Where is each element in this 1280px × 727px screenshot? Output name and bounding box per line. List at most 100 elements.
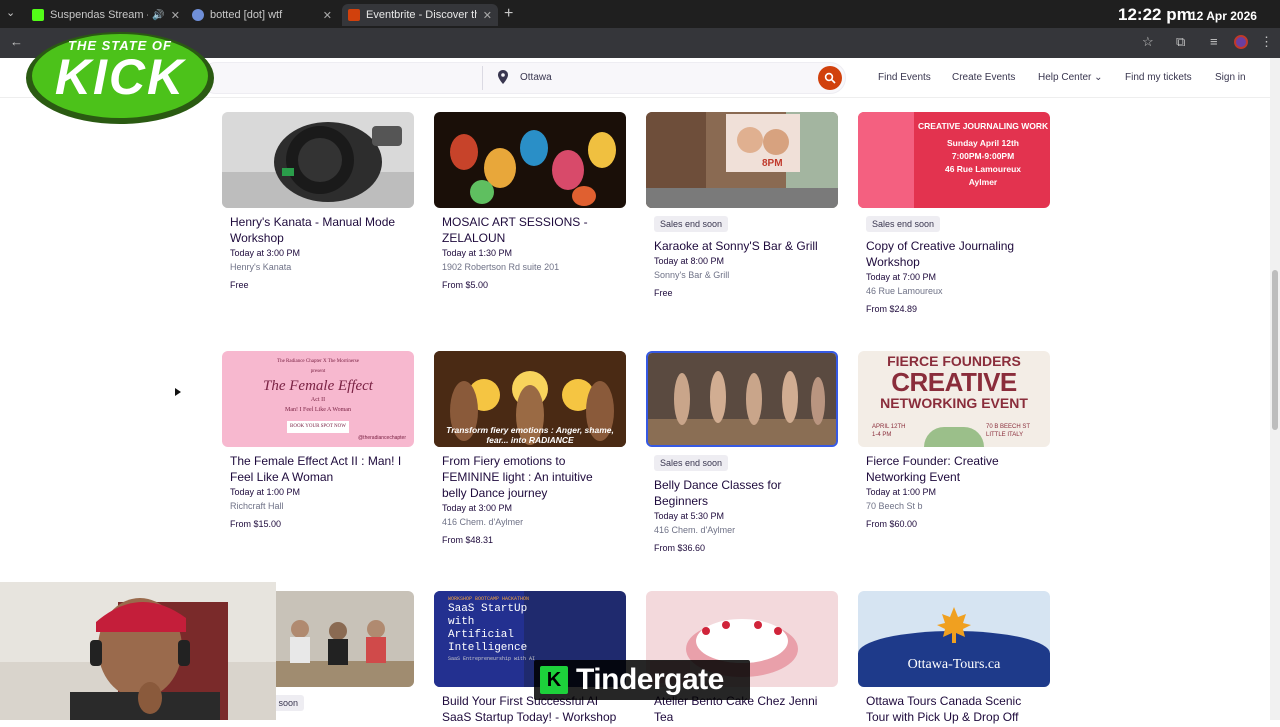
event-card[interactable]: Transform fiery emotions : Anger, shame,… bbox=[434, 351, 626, 545]
poster-line: SaaS Entrepreneurship with AI bbox=[448, 656, 536, 662]
plant-illustration bbox=[924, 427, 984, 447]
tab-search-chevron-icon[interactable]: ⌄ bbox=[6, 6, 15, 19]
nav-create-events[interactable]: Create Events bbox=[952, 72, 1015, 83]
event-image-female-effect[interactable]: The Radiance Chapter X The Morrinerse pr… bbox=[222, 351, 414, 447]
event-image-fiery-emotions[interactable]: Transform fiery emotions : Anger, shame,… bbox=[434, 351, 626, 447]
event-card[interactable]: Ottawa-Tours.ca Ottawa Tours Canada Scen… bbox=[858, 591, 1050, 727]
event-title[interactable]: Karaoke at Sonny'S Bar & Grill bbox=[654, 238, 830, 254]
event-venue: Sonny's Bar & Grill bbox=[654, 270, 730, 280]
event-time: Today at 7:00 PM bbox=[866, 272, 937, 282]
nav-find-my-tickets[interactable]: Find my tickets bbox=[1125, 72, 1192, 83]
poster-line: LITTLE ITALY bbox=[986, 432, 1024, 438]
event-price: From $48.31 bbox=[442, 535, 494, 545]
poster-line: Ottawa-Tours.ca bbox=[907, 657, 1001, 672]
extensions-puzzle-icon[interactable]: ⧉ bbox=[1176, 34, 1185, 50]
event-card[interactable]: Henry's Kanata - Manual Mode Workshop To… bbox=[222, 112, 414, 290]
close-icon[interactable]: ✕ bbox=[323, 9, 332, 22]
event-price: From $36.60 bbox=[654, 543, 706, 553]
event-title[interactable]: MOSAIC ART SESSIONS - ZELALOUN bbox=[442, 214, 618, 246]
location-pin-icon bbox=[498, 70, 508, 84]
event-card[interactable]: MOSAIC ART SESSIONS - ZELALOUN Today at … bbox=[434, 112, 626, 290]
event-venue: Richcraft Hall bbox=[230, 501, 284, 511]
event-venue: 416 Chem. d'Aylmer bbox=[442, 517, 524, 527]
browser-tab-eventbrite[interactable]: Eventbrite - Discover the Best E ✕ bbox=[342, 4, 498, 26]
poster-line: Intelligence bbox=[448, 642, 528, 654]
event-venue: 416 Chem. d'Aylmer bbox=[654, 525, 736, 535]
mouse-cursor-icon bbox=[175, 388, 181, 396]
kick-favicon-icon bbox=[32, 9, 44, 21]
page-scrollbar-thumb[interactable] bbox=[1272, 270, 1278, 430]
nav-sign-in[interactable]: Sign in bbox=[1215, 72, 1246, 83]
poster-line: Artificial bbox=[448, 629, 515, 641]
botted-favicon-icon bbox=[192, 9, 204, 21]
event-card[interactable]: Atelier Bento Cake Chez Jenni Tea bbox=[646, 591, 838, 727]
poster-line: SaaS StartUp bbox=[448, 603, 528, 615]
poster-line: BOOK YOUR SPOT NOW bbox=[287, 421, 349, 433]
search-icon bbox=[824, 72, 836, 84]
media-queue-icon[interactable]: ≡ bbox=[1210, 34, 1218, 49]
event-title[interactable]: Henry's Kanata - Manual Mode Workshop bbox=[230, 214, 406, 246]
close-icon[interactable]: ✕ bbox=[483, 9, 492, 22]
location-input[interactable]: Ottawa bbox=[520, 72, 552, 83]
stream-logo: THE STATE OF KICK bbox=[22, 24, 218, 128]
poster-handle: @theradiancechapter bbox=[358, 435, 406, 441]
event-title[interactable]: Ottawa Tours Canada Scenic Tour with Pic… bbox=[866, 693, 1042, 725]
mosaic-lamps-photo bbox=[434, 112, 626, 208]
browser-menu-kebab-icon[interactable]: ⋮ bbox=[1260, 34, 1273, 50]
event-card[interactable]: The Radiance Chapter X The Morrinerse pr… bbox=[222, 351, 414, 529]
event-title[interactable]: Copy of Creative Journaling Workshop bbox=[866, 238, 1042, 270]
event-card[interactable]: 8PM Sales end soon Karaoke at Sonny'S Ba… bbox=[646, 112, 838, 298]
maple-leaf-icon bbox=[937, 607, 971, 643]
eventbrite-favicon-icon bbox=[348, 9, 360, 21]
event-price: Free bbox=[654, 288, 673, 298]
poster-line: The Radiance Chapter X The Morrinerse bbox=[277, 359, 359, 364]
event-title[interactable]: The Female Effect Act II : Man! I Feel L… bbox=[230, 453, 406, 485]
close-icon[interactable]: ✕ bbox=[171, 9, 180, 22]
webcam-overlay bbox=[0, 582, 276, 720]
new-tab-plus-icon[interactable]: + bbox=[504, 5, 513, 23]
poster-line: APRIL 12TH bbox=[872, 424, 906, 430]
browser-tab-botted[interactable]: botted [dot] wtf ✕ bbox=[186, 4, 338, 26]
browser-tab-kick[interactable]: Suspendas Stream - Watch 🔊 ✕ bbox=[26, 4, 186, 26]
event-time: Today at 1:00 PM bbox=[866, 487, 937, 497]
event-price: Free bbox=[230, 280, 249, 290]
event-image-fierce-founders[interactable]: FIERCE FOUNDERS CREATIVE NETWORKING EVEN… bbox=[858, 351, 1050, 447]
event-image-mosaic-lamps[interactable] bbox=[434, 112, 626, 208]
event-card[interactable]: Sales end soon Belly Dance Classes for B… bbox=[646, 351, 838, 553]
event-time: Today at 1:00 PM bbox=[230, 487, 301, 497]
profile-avatar-icon[interactable] bbox=[1234, 35, 1248, 49]
bookmark-star-icon[interactable]: ☆ bbox=[1142, 34, 1154, 50]
poster-line: 1-4 PM bbox=[872, 432, 892, 438]
event-venue: Henry's Kanata bbox=[230, 262, 292, 272]
poster-line: 70 B BEECH ST bbox=[986, 424, 1031, 430]
event-image-ottawa-tours[interactable]: Ottawa-Tours.ca bbox=[858, 591, 1050, 687]
event-card[interactable]: CREATIVE JOURNALING WORK Sunday April 12… bbox=[858, 112, 1050, 314]
poster-line: with bbox=[448, 616, 475, 628]
event-venue: 1902 Robertson Rd suite 201 bbox=[442, 262, 560, 272]
event-title[interactable]: Fierce Founder: Creative Networking Even… bbox=[866, 453, 1042, 485]
logo-line-2: KICK bbox=[54, 49, 186, 105]
event-image-belly-dance[interactable] bbox=[646, 351, 838, 447]
nav-help-center[interactable]: Help Center ⌄ bbox=[1038, 72, 1103, 83]
nav-find-events[interactable]: Find Events bbox=[878, 72, 931, 83]
event-price: From $5.00 bbox=[442, 280, 489, 290]
event-venue: 70 Beech St b bbox=[866, 501, 923, 511]
event-card[interactable]: WORKSHOP BOOTCAMP HACKATHON SaaS StartUp… bbox=[434, 591, 626, 727]
event-image-karaoke[interactable]: 8PM bbox=[646, 112, 838, 208]
speaker-icon[interactable]: 🔊 bbox=[152, 10, 164, 21]
event-title[interactable]: Belly Dance Classes for Beginners bbox=[654, 477, 830, 509]
event-time: Today at 3:00 PM bbox=[230, 248, 301, 258]
event-title[interactable]: From Fiery emotions to FEMININE light : … bbox=[442, 453, 618, 501]
poster-line: Man! I Feel Like A Woman bbox=[285, 407, 351, 413]
poster-line: 46 Rue Lamoureux bbox=[944, 164, 1022, 174]
poster-line: CREATIVE JOURNALING WORK bbox=[918, 121, 1049, 131]
event-price: From $60.00 bbox=[866, 519, 918, 529]
search-button[interactable] bbox=[818, 66, 842, 90]
event-card[interactable]: FIERCE FOUNDERS CREATIVE NETWORKING EVEN… bbox=[858, 351, 1050, 529]
sales-end-soon-badge: Sales end soon bbox=[654, 455, 729, 471]
event-image-journaling[interactable]: CREATIVE JOURNALING WORK Sunday April 12… bbox=[858, 112, 1050, 208]
poster-line: Act II bbox=[310, 397, 326, 403]
event-time: Today at 8:00 PM bbox=[654, 256, 725, 266]
poster-line: NETWORKING EVENT bbox=[880, 395, 1028, 411]
event-image-camera[interactable] bbox=[222, 112, 414, 208]
